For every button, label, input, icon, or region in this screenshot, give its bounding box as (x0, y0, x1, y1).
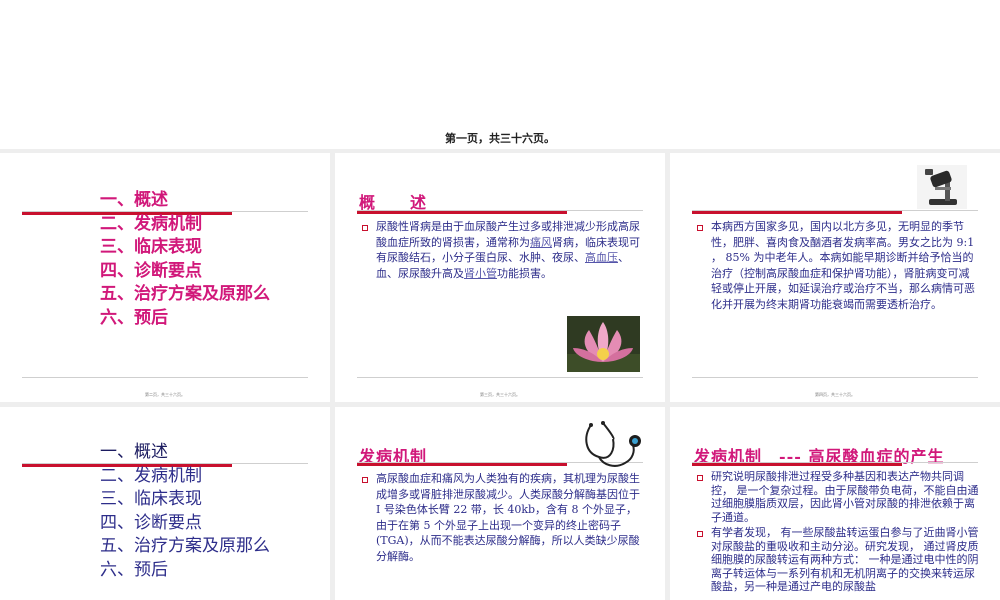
title-rule (692, 210, 978, 211)
slide-overview[interactable]: 概 述 尿酸性肾病是由于血尿酸产生过多或排泄减少形成高尿酸血症所致的肾损害，通常… (335, 153, 665, 402)
excretion-paragraph: 研究说明尿酸排泄过程受多种基因和表达产物共同调控， 是一个复杂过程。由于尿酸带负… (711, 470, 979, 524)
previous-page-area: 第一页，共三十六页。 (0, 0, 1000, 149)
stethoscope-image (585, 421, 641, 467)
transporter-paragraph: 有学者发现， 有一些尿酸盐转运蛋白参与了近曲肾小管对尿酸盐的重吸收和主动分泌。研… (711, 526, 979, 593)
toc-item: 三、临床表现 (100, 237, 202, 257)
text-run: 功能损害。 (497, 266, 552, 280)
footer-rule (22, 377, 308, 378)
bullet-icon (362, 477, 368, 483)
slide-toc[interactable]: 一、概述 二、发病机制 三、临床表现 四、诊断要点 五、治疗方案及原那么 六、预… (0, 153, 330, 402)
toc-item: 一、概述 (100, 190, 168, 210)
page-caption: 第一页，共三十六页。 (445, 132, 555, 145)
title-underline (692, 211, 902, 214)
toc-item: 四、诊断要点 (100, 260, 202, 281)
slide-footer: 第二页，共三十六页。 (145, 392, 185, 397)
epidemiology-paragraph: 本病西方国家多见，国内以北方多见，无明显的季节性，肥胖、喜肉食及酗酒者发病率高。… (711, 220, 975, 311)
footer-rule (692, 377, 978, 378)
toc-item: 二、发病机制 (100, 465, 202, 486)
microscope-image (917, 165, 967, 209)
toc-item: 五、治疗方案及原那么 (100, 536, 270, 556)
lotus-flower-image (567, 316, 640, 372)
toc-item: 六、预后 (100, 560, 168, 580)
title-underline (357, 463, 567, 466)
bullet-icon (697, 531, 703, 537)
title-rule (692, 462, 978, 463)
toc-list: 一、概述 二、发病机制 三、临床表现 四、诊断要点 五、治疗方案及原那么 六、预… (100, 441, 280, 583)
slide-hyperuricemia[interactable]: 发病机制 --- 高尿酸血症的产生 研究说明尿酸排泄过程受多种基因和表达产物共同… (670, 407, 1000, 600)
gout-link[interactable]: 痛风 (530, 236, 552, 249)
footer-rule (357, 377, 643, 378)
toc-list: 一、概述 二、发病机制 三、临床表现 四、诊断要点 五、治疗方案及原那么 六、预… (100, 189, 270, 330)
slide-footer: 第四页，共三十六页。 (815, 392, 855, 397)
renal-tubule-link[interactable]: 肾小管 (464, 267, 497, 280)
bullet-icon (697, 475, 703, 481)
slide-epidemiology[interactable]: 本病西方国家多见，国内以北方多见，无明显的季节性，肥胖、喜肉食及酗酒者发病率高。… (670, 153, 1000, 402)
overview-paragraph: 尿酸性肾病是由于血尿酸产生过多或排泄减少形成高尿酸血症所致的肾损害，通常称为痛风… (376, 219, 640, 281)
bullet-icon (362, 225, 368, 231)
pathogenesis-paragraph: 高尿酸血症和痛风为人类独有的疾病，其机理为尿酸生成增多或肾脏排泄尿酸减少。人类尿… (376, 472, 640, 563)
toc-item: 三、临床表现 (100, 489, 202, 509)
toc-item: 四、诊断要点 (100, 512, 202, 533)
toc-item: 六、预后 (100, 307, 168, 328)
slide-pathogenesis[interactable]: 发病机制 高尿酸血症和痛风为人类独有的疾病，其机理为尿酸生成增多或肾脏排泄尿酸减… (335, 407, 665, 600)
title-underline (692, 463, 902, 466)
title-underline (357, 211, 567, 214)
toc-item: 一、概述 (100, 442, 168, 462)
toc-item: 五、治疗方案及原那么 (100, 284, 270, 304)
bullet-icon (697, 225, 703, 231)
slide-toc-2[interactable]: 一、概述 二、发病机制 三、临床表现 四、诊断要点 五、治疗方案及原那么 六、预… (0, 407, 330, 600)
title-rule (357, 210, 643, 211)
toc-item: 二、发病机制 (100, 213, 202, 234)
hypertension-link[interactable]: 高血压 (585, 251, 618, 264)
slide-footer: 第三页，共三十六页。 (480, 392, 520, 397)
